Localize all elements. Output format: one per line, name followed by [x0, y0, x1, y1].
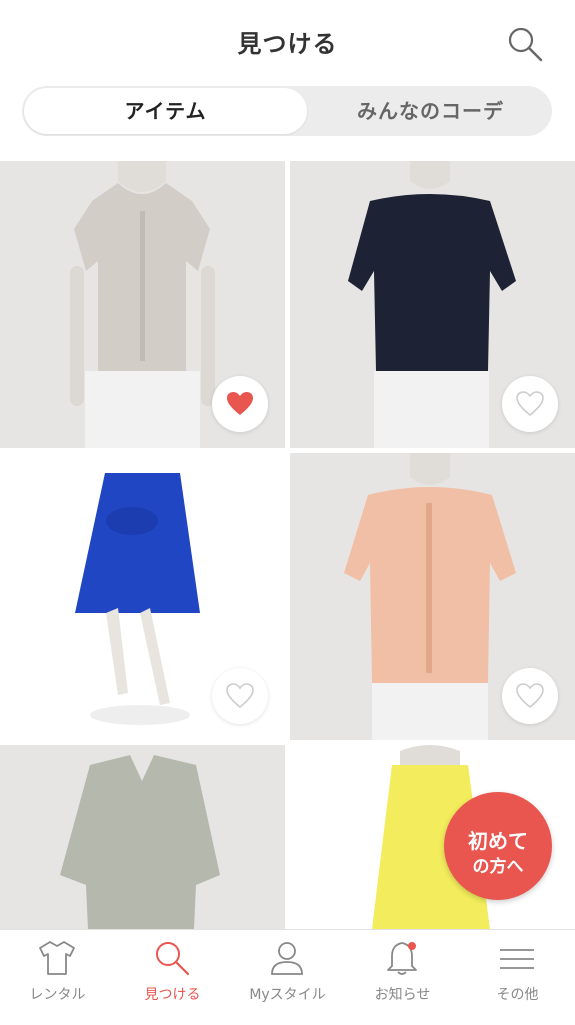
notification-badge	[408, 942, 416, 950]
tab-label: その他	[496, 987, 539, 1003]
heart-icon	[227, 392, 253, 415]
person-icon	[271, 942, 303, 975]
first-time-line1: 初めて	[468, 829, 528, 853]
tab-find[interactable]: 見つける	[115, 930, 230, 1025]
tab-label: Myスタイル	[249, 987, 326, 1003]
segment-control: アイテム みんなのコーデ	[22, 86, 552, 136]
product-card[interactable]	[290, 453, 575, 740]
search-icon	[508, 27, 543, 62]
product-card[interactable]	[290, 161, 575, 448]
search-button[interactable]	[503, 22, 547, 66]
shirt-icon	[39, 941, 75, 975]
search-icon	[156, 942, 190, 976]
tab-label: お知らせ	[374, 987, 431, 1003]
page-title: 見つける	[237, 30, 338, 58]
tab-label: レンタル	[29, 987, 86, 1003]
bottom-tab-bar: レンタル 見つける Myスタイル お知らせ その他	[0, 929, 575, 1025]
product-card[interactable]	[0, 745, 285, 929]
tab-everyone-coordinates[interactable]: みんなのコーデ	[309, 86, 552, 136]
app-header: 見つける	[0, 0, 575, 80]
bell-icon	[387, 942, 417, 975]
product-image	[0, 745, 285, 929]
favorite-button[interactable]	[502, 376, 558, 432]
tab-rental[interactable]: レンタル	[0, 930, 115, 1025]
heart-icon	[516, 683, 544, 709]
product-card[interactable]	[0, 453, 285, 740]
tab-label: 見つける	[144, 987, 201, 1003]
tab-notifications[interactable]: お知らせ	[345, 930, 460, 1025]
favorite-button[interactable]	[212, 376, 268, 432]
tab-more[interactable]: その他	[460, 930, 575, 1025]
menu-icon	[500, 949, 534, 969]
favorite-button[interactable]	[502, 668, 558, 724]
heart-icon	[226, 683, 254, 709]
first-time-guide-button[interactable]: 初めて の方へ	[444, 792, 552, 900]
heart-icon	[516, 391, 544, 417]
first-time-line2: の方へ	[472, 857, 524, 877]
product-card[interactable]	[0, 161, 285, 448]
favorite-button[interactable]	[212, 668, 268, 724]
tab-items[interactable]: アイテム	[24, 88, 307, 134]
tab-my-style[interactable]: Myスタイル	[230, 930, 345, 1025]
